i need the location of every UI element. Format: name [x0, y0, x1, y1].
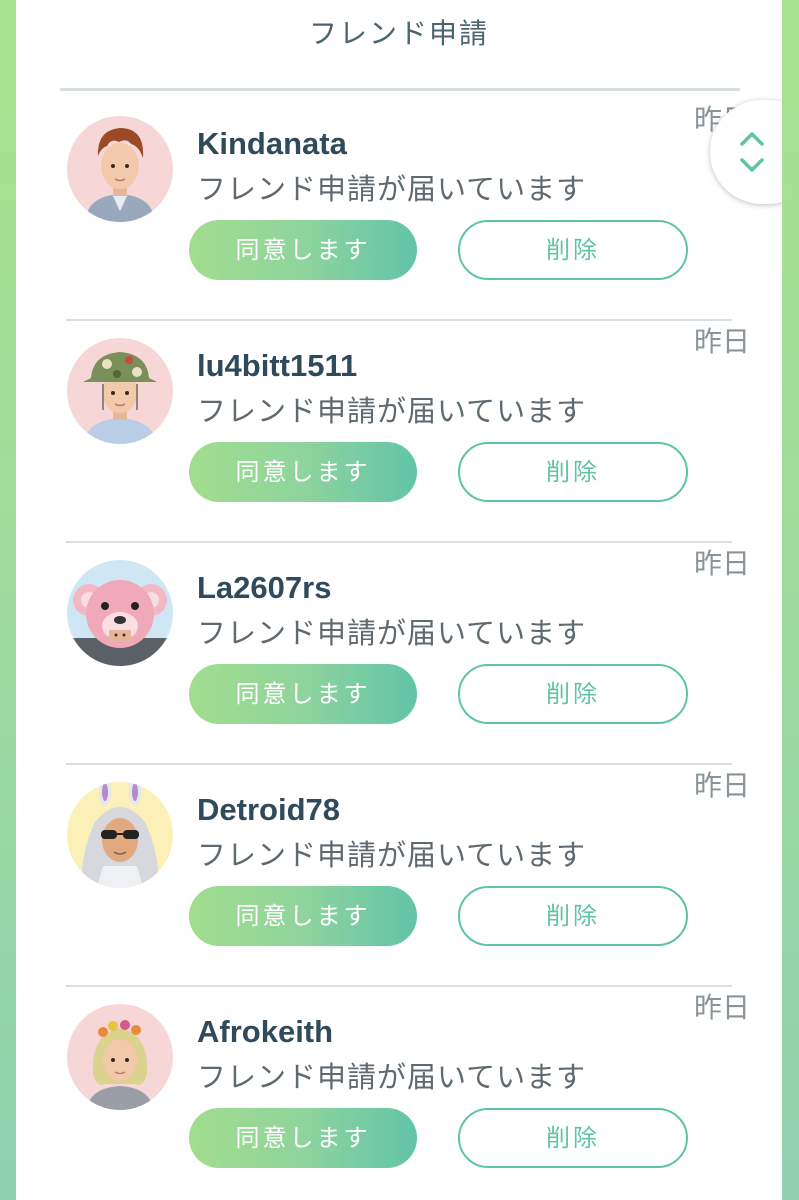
list-item: Kindanata フレンド申請が届いています 昨日 同意します 削除 — [16, 98, 782, 321]
request-time: 昨日 — [693, 991, 750, 1024]
username: lu4bitt1511 — [197, 348, 358, 383]
avatar[interactable] — [67, 782, 173, 888]
page-title: フレンド申請 — [308, 17, 489, 50]
username: La2607rs — [197, 570, 332, 605]
request-message: フレンド申請が届いています — [197, 172, 587, 206]
avatar[interactable] — [67, 338, 173, 444]
request-time: 昨日 — [693, 769, 750, 802]
request-message: フレンド申請が届いています — [197, 838, 587, 872]
accept-button[interactable]: 同意します — [189, 442, 417, 502]
request-time: 昨日 — [693, 547, 750, 580]
list-item: La2607rs フレンド申請が届いています 昨日 同意します 削除 — [16, 542, 782, 765]
list-item: Afrokeith フレンド申請が届いています 昨日 同意します 削除 — [16, 986, 782, 1200]
username: Afrokeith — [197, 1014, 334, 1049]
request-time: 昨日 — [693, 325, 750, 358]
accept-button[interactable]: 同意します — [189, 220, 417, 280]
list-item: lu4bitt1511 フレンド申請が届いています 昨日 同意します 削除 — [16, 320, 782, 543]
list-item: Detroid78 フレンド申請が届いています 昨日 同意します 削除 — [16, 764, 782, 987]
delete-button[interactable]: 削除 — [458, 1108, 688, 1168]
accept-button[interactable]: 同意します — [189, 1108, 417, 1168]
avatar[interactable] — [67, 1004, 173, 1110]
header: フレンド申請 — [16, 0, 782, 91]
accept-button[interactable]: 同意します — [189, 886, 417, 946]
username: Kindanata — [197, 126, 347, 161]
delete-button[interactable]: 削除 — [458, 442, 688, 502]
request-message: フレンド申請が届いています — [197, 1060, 587, 1094]
request-message: フレンド申請が届いています — [197, 394, 587, 428]
delete-button[interactable]: 削除 — [458, 664, 688, 724]
request-message: フレンド申請が届いています — [197, 616, 587, 650]
avatar[interactable] — [67, 560, 173, 666]
header-divider — [60, 88, 740, 91]
delete-button[interactable]: 削除 — [458, 220, 688, 280]
avatar[interactable] — [67, 116, 173, 222]
chevron-up-down-icon — [740, 132, 764, 172]
username: Detroid78 — [197, 792, 340, 827]
delete-button[interactable]: 削除 — [458, 886, 688, 946]
friend-requests-panel: フレンド申請 Kindanata フレンド申請が届いています 昨日 同意します … — [16, 0, 782, 1200]
accept-button[interactable]: 同意します — [189, 664, 417, 724]
